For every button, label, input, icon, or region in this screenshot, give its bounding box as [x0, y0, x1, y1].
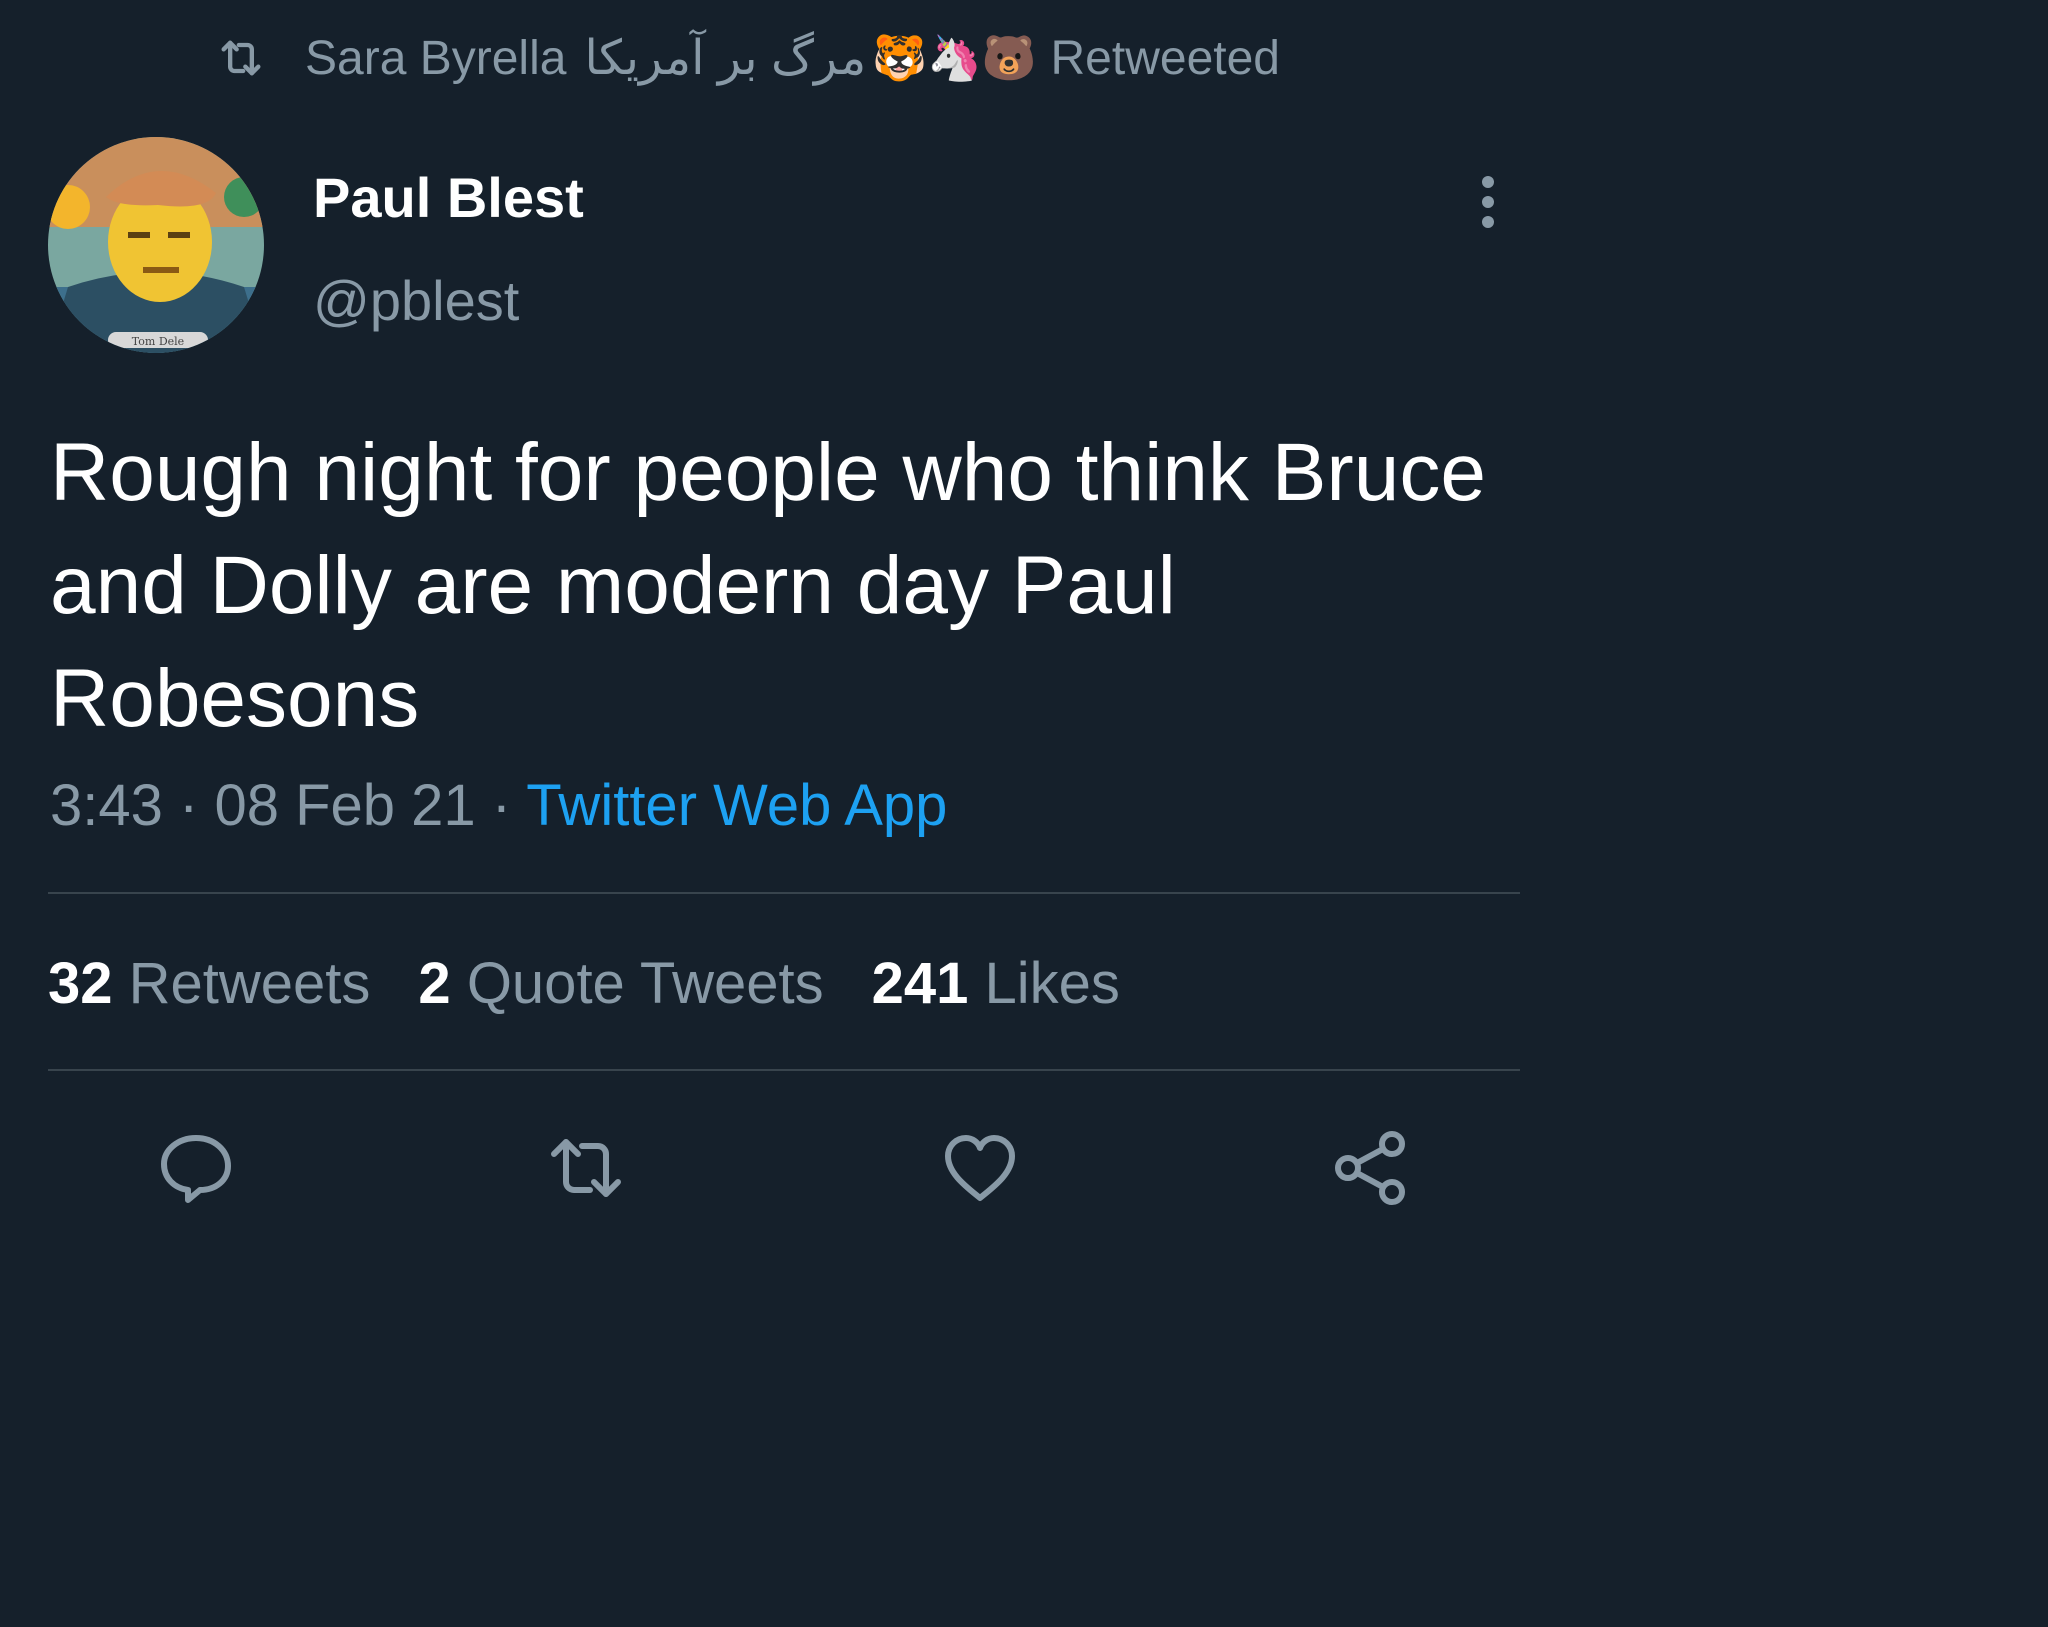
- author-display-name[interactable]: Paul Blest: [313, 165, 584, 230]
- avatar-caption: Tom Dele: [132, 335, 184, 348]
- tweet-time[interactable]: 3:43: [50, 773, 163, 838]
- tweet-meta: 3:43 · 08 Feb 21 · Twitter Web App: [50, 772, 947, 839]
- meta-separator: ·: [491, 773, 512, 838]
- retweeter-name[interactable]: Sara Byrella: [305, 31, 566, 86]
- quote-tweets-label: Quote Tweets: [466, 951, 824, 1016]
- retweet-context[interactable]: Sara Byrella مرگ بر آمریکا 🐯🦄🐻 Retweeted: [215, 26, 1280, 90]
- reply-icon[interactable]: [156, 1128, 236, 1208]
- divider: [48, 892, 1520, 894]
- likes-count: 241: [871, 951, 969, 1016]
- tweet-source-link[interactable]: Twitter Web App: [526, 773, 947, 838]
- retweeter-name-rtl[interactable]: مرگ بر آمریکا: [584, 30, 866, 86]
- tweet-date[interactable]: 08 Feb 21: [214, 773, 475, 838]
- quote-tweets-count: 2: [418, 951, 451, 1016]
- tweet-stats: 32 Retweets 2 Quote Tweets 241 Likes: [48, 950, 1168, 1017]
- retweets-stat[interactable]: 32 Retweets: [48, 950, 370, 1017]
- author-handle[interactable]: @pblest: [313, 268, 519, 333]
- more-vertical-icon[interactable]: [1466, 172, 1510, 232]
- likes-stat[interactable]: 241 Likes: [872, 950, 1120, 1017]
- retweets-count: 32: [48, 951, 113, 1016]
- quote-tweets-stat[interactable]: 2 Quote Tweets: [418, 950, 823, 1017]
- retweeted-label: Retweeted: [1050, 31, 1280, 85]
- retweets-label: Retweets: [128, 951, 371, 1016]
- likes-label: Likes: [984, 951, 1120, 1016]
- retweeter-emojis: 🐯🦄🐻: [872, 33, 1037, 84]
- share-icon[interactable]: [1330, 1128, 1410, 1208]
- divider: [48, 1069, 1520, 1071]
- retweet-icon: [215, 32, 267, 84]
- meta-separator: ·: [179, 773, 199, 838]
- tweet-text: Rough night for people who think Bruce a…: [50, 427, 1486, 744]
- avatar[interactable]: Tom Dele: [48, 137, 264, 353]
- retweet-icon[interactable]: [546, 1128, 626, 1208]
- heart-icon[interactable]: [940, 1128, 1020, 1208]
